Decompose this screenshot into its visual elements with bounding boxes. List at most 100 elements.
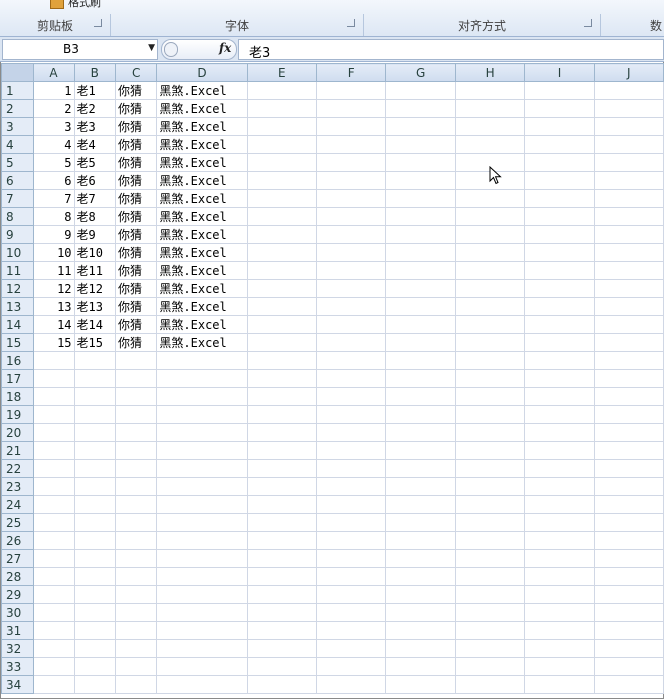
cell-b6[interactable]: 老6 [73, 171, 117, 190]
cell-a32[interactable] [32, 639, 75, 658]
row-header[interactable]: 23 [1, 477, 34, 496]
cell-g27[interactable] [385, 549, 456, 568]
cell-b32[interactable] [73, 639, 117, 658]
row-header[interactable]: 11 [1, 261, 34, 280]
cell-b4[interactable]: 老4 [73, 135, 117, 154]
cell-i4[interactable] [524, 135, 595, 154]
cell-b13[interactable]: 老13 [73, 297, 117, 316]
cell-f28[interactable] [315, 567, 387, 586]
cell-d10[interactable]: 黑煞.Excel [156, 243, 248, 262]
cell-d22[interactable] [156, 459, 248, 478]
cell-e13[interactable] [246, 297, 317, 316]
cell-j5[interactable] [593, 153, 664, 172]
cell-a11[interactable]: 11 [32, 261, 75, 280]
row-header[interactable]: 13 [1, 297, 34, 316]
cell-e2[interactable] [246, 99, 317, 118]
cell-i16[interactable] [524, 351, 595, 370]
cell-d16[interactable] [156, 351, 248, 370]
row-header[interactable]: 20 [1, 423, 34, 442]
cell-e19[interactable] [246, 405, 317, 424]
cell-h19[interactable] [454, 405, 526, 424]
row-header[interactable]: 7 [1, 189, 34, 208]
cell-i6[interactable] [524, 171, 595, 190]
cell-e32[interactable] [246, 639, 317, 658]
cell-e11[interactable] [246, 261, 317, 280]
cell-d2[interactable]: 黑煞.Excel [156, 99, 248, 118]
cell-i5[interactable] [524, 153, 595, 172]
row-header[interactable]: 25 [1, 513, 34, 532]
cell-j8[interactable] [593, 207, 664, 226]
row-header[interactable]: 4 [1, 135, 34, 154]
cell-a28[interactable] [32, 567, 75, 586]
row-header[interactable]: 14 [1, 315, 34, 334]
cell-j15[interactable] [593, 333, 664, 352]
cell-c17[interactable] [114, 369, 158, 388]
cell-a4[interactable]: 4 [32, 135, 75, 154]
cell-b3[interactable]: 老3 [73, 117, 117, 136]
cell-a31[interactable] [32, 621, 75, 640]
column-header-i[interactable]: I [524, 63, 595, 82]
cell-d23[interactable] [156, 477, 248, 496]
cell-c34[interactable] [114, 675, 158, 694]
cell-a18[interactable] [32, 387, 75, 406]
cell-e14[interactable] [246, 315, 317, 334]
cell-e17[interactable] [246, 369, 317, 388]
cell-f17[interactable] [315, 369, 387, 388]
column-header-b[interactable]: B [73, 63, 117, 82]
cell-e29[interactable] [246, 585, 317, 604]
cell-g23[interactable] [385, 477, 456, 496]
cell-i21[interactable] [524, 441, 595, 460]
cell-c23[interactable] [114, 477, 158, 496]
cell-g9[interactable] [385, 225, 456, 244]
cell-f6[interactable] [315, 171, 387, 190]
cell-d8[interactable]: 黑煞.Excel [156, 207, 248, 226]
cell-h33[interactable] [454, 657, 526, 676]
cell-a9[interactable]: 9 [32, 225, 75, 244]
row-header[interactable]: 29 [1, 585, 34, 604]
cell-h21[interactable] [454, 441, 526, 460]
cell-j6[interactable] [593, 171, 664, 190]
cell-a23[interactable] [32, 477, 75, 496]
cell-d15[interactable]: 黑煞.Excel [156, 333, 248, 352]
cell-g16[interactable] [385, 351, 456, 370]
row-header[interactable]: 30 [1, 603, 34, 622]
cell-a17[interactable] [32, 369, 75, 388]
cell-b2[interactable]: 老2 [73, 99, 117, 118]
cell-b10[interactable]: 老10 [73, 243, 117, 262]
cell-d20[interactable] [156, 423, 248, 442]
cell-h13[interactable] [454, 297, 526, 316]
cell-d34[interactable] [156, 675, 248, 694]
dialog-launcher-icon[interactable] [94, 19, 102, 27]
cell-d27[interactable] [156, 549, 248, 568]
cell-h18[interactable] [454, 387, 526, 406]
cell-j17[interactable] [593, 369, 664, 388]
cell-b22[interactable] [73, 459, 117, 478]
cell-g5[interactable] [385, 153, 456, 172]
cell-g7[interactable] [385, 189, 456, 208]
cell-b23[interactable] [73, 477, 117, 496]
cell-a5[interactable]: 5 [32, 153, 75, 172]
cell-h4[interactable] [454, 135, 526, 154]
cell-i15[interactable] [524, 333, 595, 352]
row-header[interactable]: 17 [1, 369, 34, 388]
cell-d5[interactable]: 黑煞.Excel [156, 153, 248, 172]
cell-c18[interactable] [114, 387, 158, 406]
cell-e1[interactable] [246, 81, 317, 100]
row-header[interactable]: 10 [1, 243, 34, 262]
select-all-corner[interactable] [1, 63, 34, 82]
cell-a33[interactable] [32, 657, 75, 676]
cell-i17[interactable] [524, 369, 595, 388]
cell-c24[interactable] [114, 495, 158, 514]
cell-e5[interactable] [246, 153, 317, 172]
cell-h20[interactable] [454, 423, 526, 442]
cell-g32[interactable] [385, 639, 456, 658]
cell-h30[interactable] [454, 603, 526, 622]
cell-h8[interactable] [454, 207, 526, 226]
cell-a19[interactable] [32, 405, 75, 424]
cell-c7[interactable]: 你猜 [114, 189, 158, 208]
cell-d33[interactable] [156, 657, 248, 676]
cell-b7[interactable]: 老7 [73, 189, 117, 208]
cell-f23[interactable] [315, 477, 387, 496]
cell-a10[interactable]: 10 [32, 243, 75, 262]
cell-f32[interactable] [315, 639, 387, 658]
